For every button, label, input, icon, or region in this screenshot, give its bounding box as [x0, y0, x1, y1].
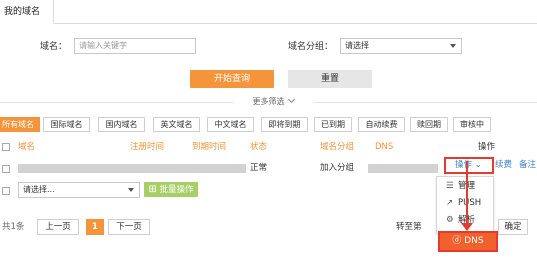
filter-expiring[interactable]: 即将到期 — [261, 117, 308, 132]
tab-label: 我的域名 — [4, 7, 41, 17]
filter-international[interactable]: 国际域名 — [43, 117, 90, 132]
list-icon: ☰ — [446, 181, 454, 191]
filter-under-review[interactable]: 审核中 — [453, 117, 491, 132]
push-icon: ↗ — [446, 198, 454, 208]
domain-label: 域名： — [40, 42, 68, 52]
col-group[interactable]: 域名分组 — [320, 141, 354, 153]
filter-auto-renew[interactable]: 自动续费 — [358, 117, 405, 132]
bulk-select[interactable]: 请选择... — [18, 182, 140, 198]
action-dropdown-button[interactable]: 操作 ⌄ — [455, 159, 482, 171]
filter-label: 所有域名 — [2, 120, 34, 129]
filter-label: 自动续费 — [365, 120, 398, 129]
group-select-value: 请选择 — [345, 41, 369, 50]
search-button[interactable]: 开始查询 — [190, 70, 274, 88]
chevron-down-icon — [128, 188, 134, 192]
status-text: 正常 — [250, 163, 268, 173]
filter-label: 国内域名 — [105, 120, 138, 129]
menu-item-dns[interactable]: ⓓ DNS — [438, 231, 498, 252]
group-link[interactable]: 加入分组 — [320, 162, 354, 174]
menu-item-label: DNS — [464, 236, 484, 246]
total-count: 共1条 — [2, 222, 25, 232]
annotation-arrow-head — [461, 223, 473, 231]
menu-item-manage[interactable]: ☰管理 — [446, 180, 475, 192]
renew-link[interactable]: 续费 — [495, 159, 512, 171]
next-page-button[interactable]: 下一页 — [108, 219, 150, 235]
select-all-checkbox[interactable] — [2, 143, 10, 151]
bulk-select-value: 请选择... — [23, 185, 55, 194]
goto-page-label: 转至第 — [396, 222, 422, 232]
col-reg-time[interactable]: 注册时间 — [130, 141, 164, 153]
filter-expired[interactable]: 已到期 — [314, 117, 352, 132]
menu-item-label: PUSH — [458, 198, 482, 208]
row-checkbox[interactable] — [2, 165, 10, 173]
filter-redemption[interactable]: 赎回期 — [410, 117, 448, 132]
bulk-button-label: 批量操作 — [159, 185, 194, 195]
reset-button[interactable]: 重置 — [288, 70, 372, 88]
more-filter-label: 更多筛选 — [252, 97, 285, 106]
filter-label: 即将到期 — [268, 120, 301, 129]
bulk-checkbox[interactable] — [2, 187, 10, 195]
filter-chinese[interactable]: 中文域名 — [207, 117, 254, 132]
filter-label: 已到期 — [321, 120, 345, 129]
filter-label: 英文域名 — [160, 120, 193, 129]
filter-label: 中文域名 — [214, 120, 247, 129]
action-label: 操作 — [455, 160, 473, 170]
filter-label: 赎回期 — [417, 120, 441, 129]
group-select[interactable]: 请选择 — [340, 38, 462, 54]
chevron-down-icon — [450, 44, 456, 48]
filter-english[interactable]: 英文域名 — [153, 117, 200, 132]
tab-my-domains[interactable]: 我的域名 — [0, 0, 54, 24]
tab-divider — [54, 23, 537, 24]
bulk-operation-button[interactable]: ⊞ 批量操作 — [144, 182, 198, 197]
domain-search-input[interactable]: 请输入关键字 — [74, 38, 196, 54]
goto-confirm-button[interactable]: 确定 — [498, 219, 528, 235]
more-filter-toggle[interactable]: 更多筛选 — [233, 94, 313, 110]
domain-name-redacted — [18, 164, 246, 173]
settings-icon: ⚙ — [446, 215, 454, 225]
col-status[interactable]: 状态 — [250, 141, 267, 153]
col-action: 操作 — [478, 142, 496, 152]
annotation-arrow-line — [466, 161, 468, 225]
group-label: 域名分组： — [288, 42, 334, 52]
col-domain[interactable]: 域名 — [18, 141, 35, 153]
dns-value-redacted — [368, 164, 438, 173]
chevron-down-icon — [287, 95, 295, 104]
filter-label: 审核中 — [460, 120, 484, 129]
filter-label: 国际域名 — [50, 120, 83, 129]
col-dns[interactable]: DNS — [375, 141, 393, 153]
note-link[interactable]: 备注 — [519, 159, 536, 171]
filter-domestic[interactable]: 国内域名 — [98, 117, 145, 132]
dns-icon: ⓓ — [452, 236, 462, 246]
prev-page-button[interactable]: 上一页 — [37, 219, 79, 235]
col-exp-time[interactable]: 到期时间 — [192, 141, 226, 153]
menu-item-push[interactable]: ↗ PUSH — [446, 197, 481, 209]
current-page[interactable]: 1 — [86, 219, 104, 235]
plus-icon: ⊞ — [148, 184, 157, 195]
filter-all-domains[interactable]: 所有域名 — [0, 117, 40, 132]
